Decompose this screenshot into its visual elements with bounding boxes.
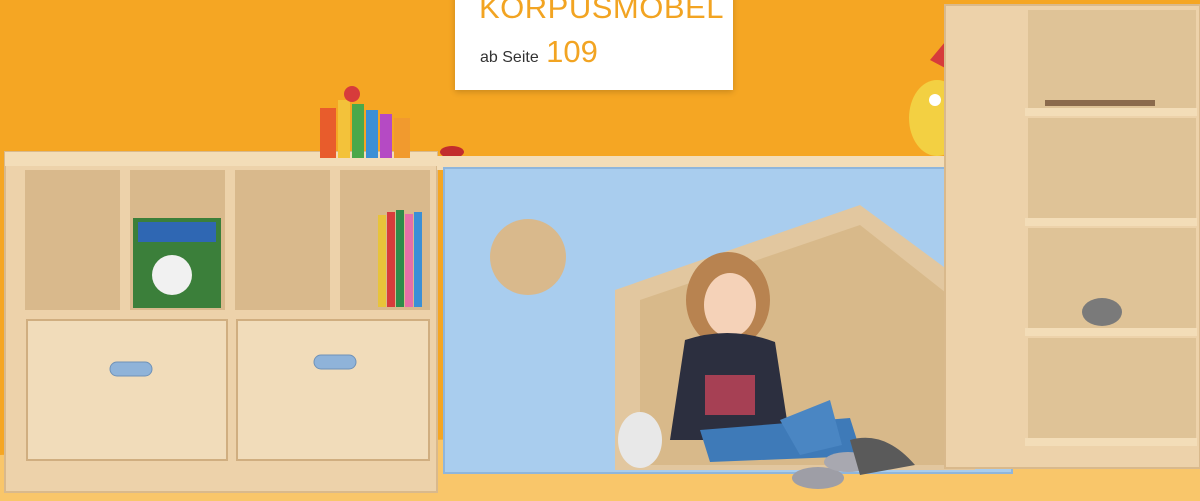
cubby	[25, 170, 120, 310]
round-window	[490, 219, 566, 295]
drawer	[26, 319, 228, 461]
drawer-handle	[109, 361, 153, 377]
drawer	[236, 319, 430, 461]
shelf-item	[1045, 100, 1155, 106]
plush-sheep	[618, 412, 662, 468]
drawer-handle	[313, 354, 357, 370]
book	[414, 212, 422, 307]
tall-open-shelf	[944, 4, 1200, 469]
book	[387, 212, 395, 307]
page-number: 109	[546, 34, 598, 69]
cubby	[235, 170, 330, 310]
book	[396, 210, 404, 307]
cubby-shelf-unit	[4, 151, 438, 493]
section-label-card: KORPUSMÖBEL ab Seite 109	[455, 0, 733, 90]
section-title: KORPUSMÖBEL	[479, 0, 724, 25]
page-reference: ab Seite 109	[480, 36, 598, 67]
book	[405, 214, 413, 307]
page-reference-text: ab Seite	[480, 49, 539, 66]
toy-elephant	[1082, 298, 1122, 326]
book	[378, 215, 386, 307]
